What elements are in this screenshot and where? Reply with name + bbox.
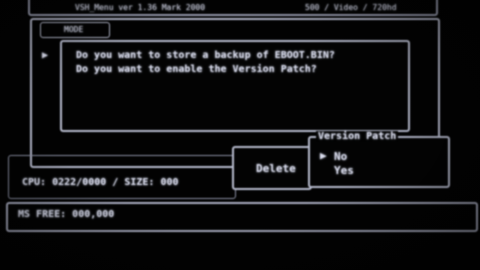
status-clock-line: CPU: 0222/0000 / SIZE: 000 <box>22 177 179 188</box>
dialog-line-version-patch: Do you want to enable the Version Patch? <box>76 64 317 75</box>
delete-button-label: Delete <box>256 162 296 175</box>
outer-cursor-icon: ▶ <box>42 50 49 61</box>
menu-cursor-icon: ▶ <box>320 149 327 162</box>
mode-label: MODE <box>64 25 84 34</box>
version-patch-menu[interactable] <box>308 136 450 188</box>
dialog-line-backup: Do you want to store a backup of EBOOT.B… <box>76 50 335 61</box>
version-patch-title: Version Patch <box>316 131 399 142</box>
video-mode-info: 500 / Video / 720hd <box>305 3 397 12</box>
app-title: VSH_Menu ver 1.36 Mark 2000 <box>75 3 206 12</box>
memory-stick-free: MS FREE: 000,000 <box>18 209 115 220</box>
version-patch-option-no[interactable]: No <box>334 150 347 163</box>
version-patch-option-yes[interactable]: Yes <box>334 164 354 177</box>
